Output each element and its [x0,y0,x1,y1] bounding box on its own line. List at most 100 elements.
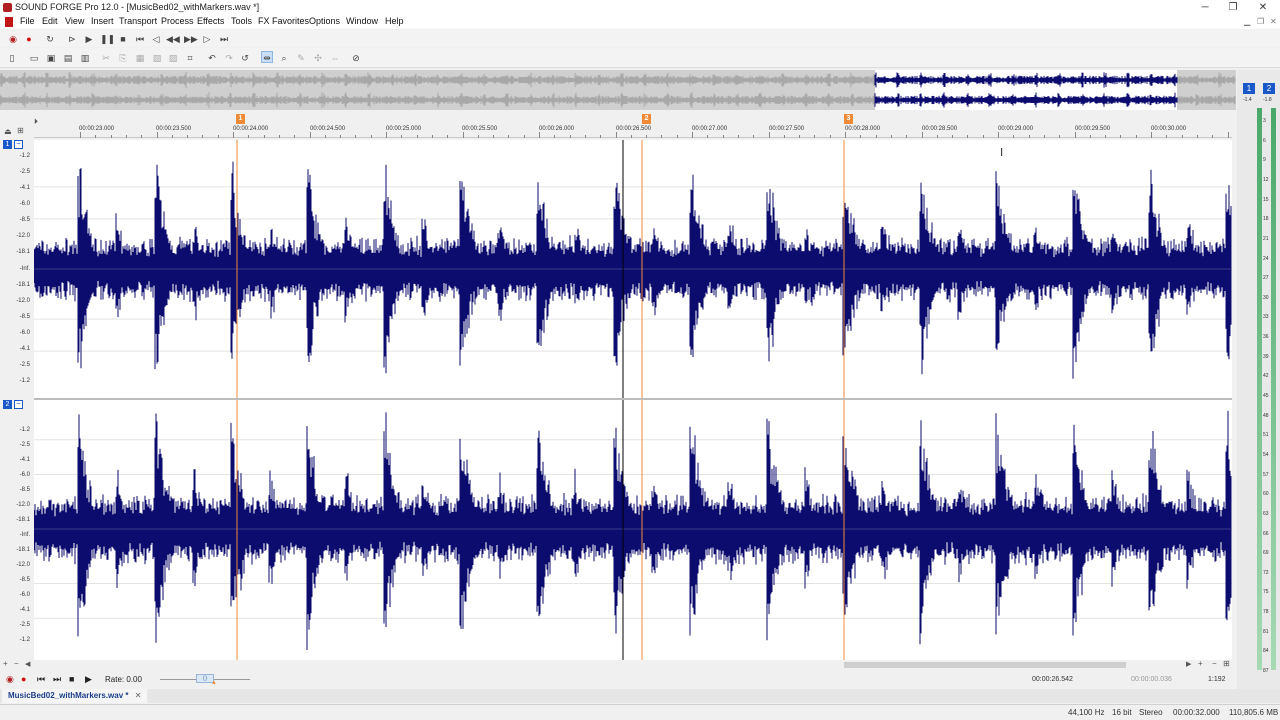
edit-tool-icon[interactable]: ⇹ [261,51,273,63]
meter-channel-2-button[interactable]: 2 [1263,83,1275,94]
menu-tools[interactable]: Tools [231,16,252,26]
prev-marker-icon[interactable]: ◁ [150,33,162,45]
paste-special-icon[interactable]: ▨ [167,52,179,64]
status-bit-depth[interactable]: 16 bit [1112,708,1132,717]
overview-bar[interactable] [0,70,1236,110]
menu-window[interactable]: Window [346,16,378,26]
play-icon[interactable]: ▶ [85,674,92,685]
tab-close-icon[interactable]: ✕ [135,691,142,700]
redo-icon[interactable]: ↷ [223,52,235,64]
stop-icon[interactable]: ■ [69,674,74,684]
level-ruler: ⏏ ⊞ 1 − 2 − -1.2 -2.5 -4.1 -6.0 -8.5 -12.0 -18… [0,126,34,660]
paste-icon[interactable]: ▦ [134,52,146,64]
copy-icon[interactable]: ⎘ [117,52,129,64]
db-scale-label: -2.5 [19,361,30,368]
close-button[interactable]: ✕ [1248,0,1278,15]
crop-icon[interactable]: ⌗ [184,52,196,64]
channel-1-collapse-button[interactable]: − [14,140,23,149]
cursor-position[interactable]: 00:00:26.542 [1032,674,1130,686]
menu-edit[interactable]: Edit [42,16,58,26]
go-to-end-icon[interactable]: ⏭ [53,674,61,685]
record-armed-icon[interactable]: ◉ [6,674,14,685]
go-to-end-icon[interactable]: ⏭ [218,33,230,45]
save-all-icon[interactable]: ▥ [79,52,91,64]
mdi-close-icon[interactable]: ✕ [1270,17,1277,26]
menu-help[interactable]: Help [385,16,404,26]
restore-button[interactable]: ❐ [1218,0,1248,15]
mdi-minimize-icon[interactable]: ▁ [1244,17,1250,26]
repeat-icon[interactable]: ↺ [239,52,251,64]
undo-icon[interactable]: ↶ [206,52,218,64]
next-marker-icon[interactable]: ▷ [201,33,213,45]
pause-icon[interactable]: ❚❚ [100,33,115,45]
channel-separator[interactable] [34,398,1232,400]
scroll-thumb[interactable] [844,662,1126,668]
play-all-icon[interactable]: ⊳ [66,33,78,45]
db-scale-label: -1.2 [19,153,30,159]
menu-process[interactable]: Process [161,16,194,26]
loop-icon[interactable]: ↻ [44,33,56,45]
zoom-out-icon[interactable]: − [14,659,19,668]
record-armed-icon[interactable]: ◉ [7,33,19,45]
waveform-canvas[interactable]: I [34,140,1232,660]
channel-options-icon[interactable]: ⊞ [17,126,24,135]
zoom-in-time-icon[interactable]: + [1198,659,1203,668]
menu-effects[interactable]: Effects [197,16,224,26]
marker-2-flag[interactable]: 2 [642,114,651,124]
meter-channel-1-button[interactable]: 1 [1243,83,1255,94]
rewind-icon[interactable]: ◀◀ [166,33,180,45]
pencil-tool-icon[interactable]: ✎ [295,52,307,64]
event-tool-icon[interactable]: ⇔ [329,52,341,64]
db-scale-label: -Inf. [19,532,30,538]
document-tab[interactable]: MusicBed02_withMarkers.wav * ✕ [2,689,148,703]
document-icon[interactable] [5,17,13,27]
status-channels[interactable]: Stereo [1139,708,1163,717]
ruler-tick [477,135,479,138]
record-icon[interactable]: ● [23,33,35,45]
magnify-tool-icon[interactable]: ⌕ [278,52,290,64]
menu-view[interactable]: View [65,16,84,26]
ruler-tick [370,135,372,138]
record-icon[interactable]: ● [21,674,26,684]
menu-options[interactable]: Options [309,16,340,26]
mix-icon[interactable]: ▧ [151,52,163,64]
selection-length[interactable]: 00:00:00.036 [1131,674,1189,686]
waveform-display[interactable]: I [34,140,1232,660]
zoom-fit-icon[interactable]: ⊞ [1223,659,1230,668]
menu-fx-favorites[interactable]: FX Favorites [258,16,309,26]
scroll-left-icon[interactable]: ◀ [25,660,30,668]
go-to-start-icon[interactable]: ⏮ [37,674,45,685]
save-icon[interactable]: ▣ [45,52,57,64]
menu-file[interactable]: File [20,16,35,26]
stop-icon[interactable]: ■ [117,33,129,45]
snap-icon[interactable]: ⊘ [350,52,362,64]
scroll-right-icon[interactable]: ▶ [1186,660,1191,668]
go-to-start-icon[interactable]: ⏮ [134,33,146,45]
cut-icon[interactable]: ✂ [100,52,112,64]
save-as-icon[interactable]: ▤ [62,52,74,64]
mdi-restore-icon[interactable]: ❐ [1257,17,1264,26]
meter-left-bar [1257,108,1262,670]
marker-1-flag[interactable]: 1 [236,114,245,124]
channel-2-collapse-button[interactable]: − [14,400,23,409]
snap-toggle-icon[interactable]: ⏏ [4,127,12,136]
marker-bar[interactable]: ⏵ 1 2 3 [34,113,1232,126]
zoom-out-time-icon[interactable]: − [1212,659,1217,668]
zoom-ratio[interactable]: 1:192 [1208,674,1234,686]
open-folder-icon[interactable]: ▭ [28,52,40,64]
channel-1-badge[interactable]: 1 [3,140,12,149]
new-file-icon[interactable]: ▯ [6,52,18,64]
envelope-tool-icon[interactable]: ✣ [312,52,324,64]
zoom-in-icon[interactable]: + [3,659,8,668]
menu-transport[interactable]: Transport [119,16,157,26]
status-sample-rate[interactable]: 44,100 Hz [1068,708,1104,717]
channel-2-badge[interactable]: 2 [3,400,12,409]
fast-forward-icon[interactable]: ▶▶ [184,33,198,45]
horizontal-scrollbar[interactable]: + − ◀ ▶ + − ⊞ [0,659,1236,670]
menu-insert[interactable]: Insert [91,16,114,26]
minimize-button[interactable]: ─ [1190,0,1220,15]
time-ruler[interactable]: 00:00:23.000 00:00:23.500 00:00:24.000 0… [34,126,1232,138]
meter-scale-label: 60 [1263,491,1269,498]
marker-3-flag[interactable]: 3 [844,114,853,124]
play-icon[interactable]: ▶ [83,33,95,45]
